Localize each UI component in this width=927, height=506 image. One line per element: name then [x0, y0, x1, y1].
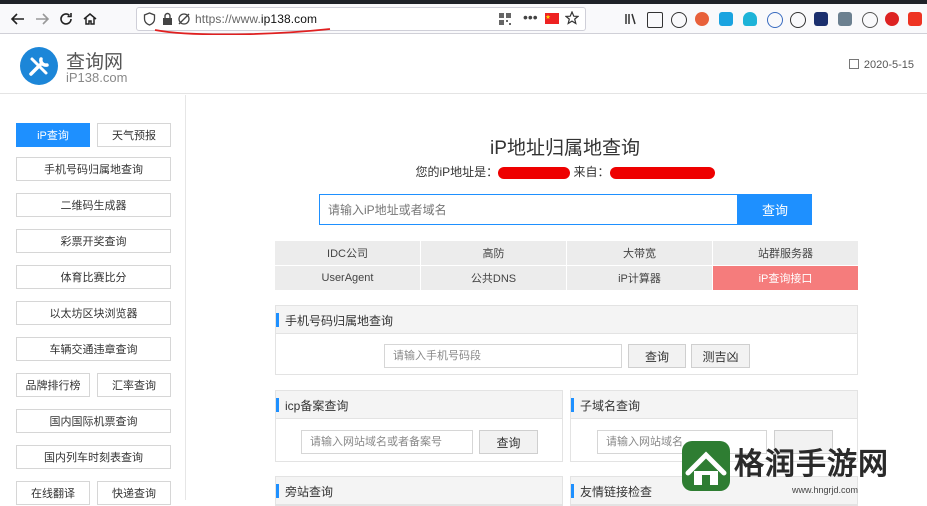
- icp-query-panel: icp备案查询 查询: [275, 390, 563, 462]
- panel-header: 旁站查询: [276, 477, 562, 505]
- ip-search-input[interactable]: [320, 195, 737, 224]
- ip-search-button[interactable]: 查询: [738, 194, 812, 225]
- sidebar-item-exchange[interactable]: 汇率查询: [97, 373, 171, 397]
- ip-label: 您的iP地址是：: [415, 165, 499, 179]
- watermark-text: 格润手游网: [734, 447, 889, 482]
- sidebar-item-translate[interactable]: 在线翻译: [16, 481, 90, 505]
- panel-accent-bar: [276, 398, 279, 412]
- library-icon[interactable]: [624, 12, 638, 26]
- panel-accent-bar: [571, 398, 574, 412]
- extension-red-icon[interactable]: [885, 12, 899, 26]
- link-ddos[interactable]: 高防: [421, 241, 566, 265]
- sidebar-item-trains[interactable]: 国内列车时刻表查询: [16, 445, 171, 469]
- date-display: 2020-5-15: [848, 59, 914, 71]
- cloud-icon[interactable]: [743, 12, 757, 26]
- link-useragent[interactable]: UserAgent: [275, 266, 420, 290]
- sidebar-item-brands[interactable]: 品牌排行榜: [16, 373, 90, 397]
- extension-chart-icon[interactable]: [838, 12, 852, 26]
- redacted-ip: [498, 166, 571, 179]
- logo-tools-icon[interactable]: [20, 47, 58, 85]
- panel-title: 子域名查询: [580, 399, 641, 413]
- phone-input[interactable]: [385, 345, 621, 367]
- sidebar-item-phone-location[interactable]: 手机号码归属地查询: [16, 157, 171, 181]
- logo-subtitle[interactable]: iP138.com: [66, 70, 127, 85]
- sidebar: iP查询 天气预报 手机号码归属地查询 二维码生成器 彩票开奖查询 体育比赛比分…: [0, 95, 186, 505]
- from-label: 来自：: [573, 165, 610, 179]
- extension-play-icon[interactable]: [908, 12, 922, 26]
- link-site-servers[interactable]: 站群服务器: [713, 241, 858, 265]
- extension-search-icon[interactable]: [790, 12, 806, 28]
- china-flag-icon[interactable]: [545, 13, 559, 24]
- watermark-logo-icon: [682, 441, 730, 491]
- extension-tx-icon[interactable]: [814, 12, 828, 26]
- more-icon[interactable]: •••: [523, 9, 538, 25]
- panel-title: 旁站查询: [285, 485, 334, 499]
- phone-query-button[interactable]: 查询: [628, 344, 686, 368]
- phone-query-panel: 手机号码归属地查询 查询 测吉凶: [275, 305, 858, 375]
- panel-accent-bar: [571, 484, 574, 498]
- date-text: 2020-5-15: [863, 59, 914, 71]
- ip-search-box: [319, 194, 738, 225]
- panel-accent-bar: [276, 484, 279, 498]
- panel-title: 友情链接检查: [580, 485, 653, 499]
- account-icon[interactable]: [671, 12, 687, 28]
- link-ip-calculator[interactable]: iP计算器: [567, 266, 712, 290]
- sidebar-item-ip-query[interactable]: iP查询: [16, 123, 90, 147]
- ip-info-line: 您的iP地址是： 来自：: [300, 163, 830, 180]
- panel-title: 手机号码归属地查询: [285, 314, 394, 328]
- forward-icon[interactable]: [32, 9, 52, 29]
- home-icon[interactable]: [80, 9, 100, 29]
- side-site-panel: 旁站查询: [275, 476, 563, 506]
- panel-header: 手机号码归属地查询: [276, 306, 857, 334]
- link-public-dns[interactable]: 公共DNS: [421, 266, 566, 290]
- back-icon[interactable]: [8, 9, 28, 29]
- sidebar-item-weather[interactable]: 天气预报: [97, 123, 171, 147]
- panel-title: icp备案查询: [285, 399, 349, 413]
- sidebar-icon[interactable]: [647, 12, 663, 28]
- extension-globe-icon[interactable]: [767, 12, 783, 28]
- redacted-location: [609, 166, 715, 179]
- sidebar-item-qrcode[interactable]: 二维码生成器: [16, 193, 171, 217]
- icp-query-button[interactable]: 查询: [479, 430, 538, 454]
- panel-accent-bar: [276, 313, 279, 327]
- extension-orange-icon[interactable]: [695, 12, 709, 26]
- reload-icon[interactable]: [56, 9, 76, 29]
- link-idc[interactable]: IDC公司: [275, 241, 420, 265]
- sidebar-item-traffic[interactable]: 车辆交通违章查询: [16, 337, 171, 361]
- phone-luck-button[interactable]: 测吉凶: [691, 344, 750, 368]
- extension-gear-icon[interactable]: [862, 12, 878, 28]
- site-header: 查询网 iP138.com 2020-5-15: [0, 35, 927, 94]
- icp-input[interactable]: [302, 431, 472, 453]
- url-bar[interactable]: https://www.ip138.com •••: [136, 7, 586, 36]
- sidebar-item-sports[interactable]: 体育比赛比分: [16, 265, 171, 289]
- sidebar-item-lottery[interactable]: 彩票开奖查询: [16, 229, 171, 253]
- phone-input-box: [384, 344, 622, 368]
- calendar-icon: [848, 59, 859, 69]
- service-links-grid: IDC公司 高防 大带宽 站群服务器 UserAgent 公共DNS iP计算器…: [275, 241, 858, 290]
- page-title: iP地址归属地查询: [490, 138, 640, 159]
- link-ip-api[interactable]: iP查询接口: [713, 266, 858, 290]
- qr-icon[interactable]: [499, 13, 511, 28]
- panel-header: icp备案查询: [276, 391, 562, 419]
- browser-toolbar: https://www.ip138.com •••: [0, 4, 927, 36]
- star-icon[interactable]: [564, 10, 580, 28]
- sidebar-item-ethereum[interactable]: 以太坊区块浏览器: [16, 301, 171, 325]
- sidebar-item-flights[interactable]: 国内国际机票查询: [16, 409, 171, 433]
- icp-input-box: [301, 430, 473, 454]
- extension-blue-icon[interactable]: [719, 12, 733, 26]
- watermark-url: www.hngrjd.com: [792, 485, 859, 495]
- panel-header: 子域名查询: [571, 391, 857, 419]
- sidebar-item-express[interactable]: 快递查询: [97, 481, 171, 505]
- watermark: 格润手游网 www.hngrjd.com: [672, 435, 927, 500]
- link-bandwidth[interactable]: 大带宽: [567, 241, 712, 265]
